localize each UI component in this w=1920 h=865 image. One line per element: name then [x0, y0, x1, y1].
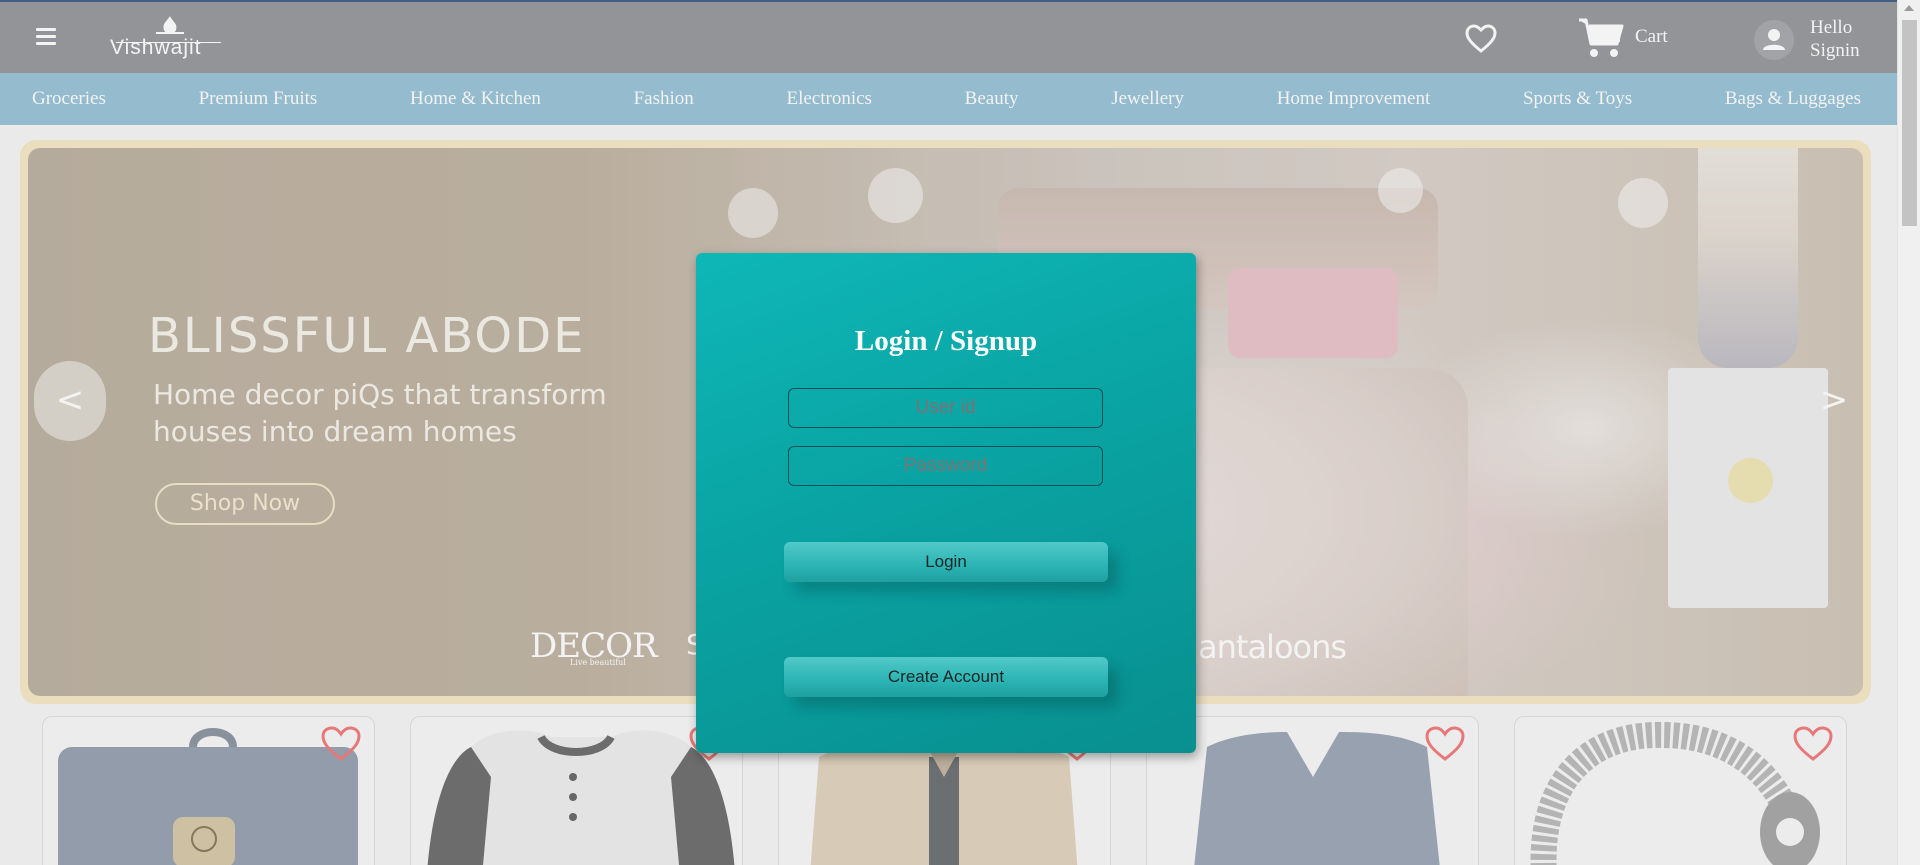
user-id-input[interactable] — [788, 388, 1103, 428]
create-account-button[interactable]: Create Account — [784, 657, 1108, 697]
page-scrollbar[interactable] — [1897, 0, 1920, 865]
scroll-thumb[interactable] — [1902, 20, 1917, 226]
password-input[interactable] — [788, 446, 1103, 486]
modal-title: Login / Signup — [854, 325, 1038, 357]
login-button[interactable]: Login — [784, 542, 1108, 582]
scroll-up-arrow-icon[interactable] — [1904, 5, 1914, 11]
login-modal: Login / Signup Login Create Account — [696, 253, 1196, 753]
